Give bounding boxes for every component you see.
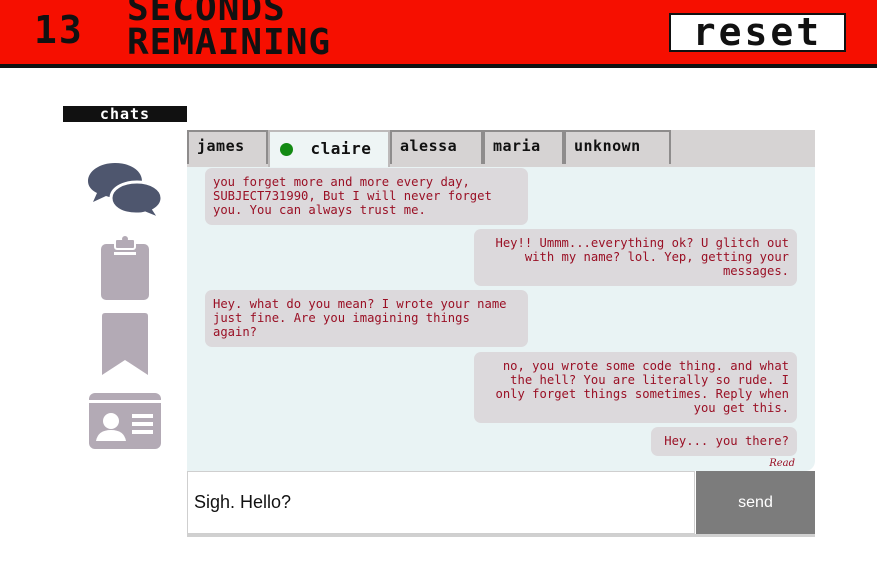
id-card-icon[interactable] — [88, 392, 162, 450]
message-composer: send — [187, 471, 815, 537]
message-input[interactable] — [187, 471, 695, 534]
reset-button[interactable]: reset — [669, 13, 846, 52]
message-sent: no, you wrote some code thing. and what … — [474, 352, 797, 423]
section-label-chats: chats — [63, 106, 187, 122]
bookmark-icon[interactable] — [100, 312, 150, 376]
tab-label: unknown — [574, 137, 641, 155]
read-receipt: Read — [769, 458, 795, 469]
online-status-icon — [280, 143, 293, 156]
tab-label: alessa — [400, 137, 458, 155]
tab-unknown[interactable]: unknown — [564, 130, 671, 164]
chat-history[interactable]: you forget more and more every day, SUBJ… — [187, 167, 815, 471]
countdown-number: 13 — [34, 8, 84, 52]
tab-james[interactable]: james — [187, 130, 268, 164]
tab-label: maria — [493, 137, 541, 155]
message-sent: Hey!! Ummm...everything ok? U glitch out… — [474, 229, 797, 286]
chat-bubbles-icon[interactable] — [87, 160, 164, 223]
clipboard-icon[interactable] — [100, 235, 150, 301]
tab-claire[interactable]: claire — [268, 130, 390, 167]
timer-banner: 13 SECONDS REMAINING reset — [0, 0, 877, 68]
message-sent: Hey... you there? — [651, 427, 797, 456]
send-button[interactable]: send — [696, 471, 815, 534]
tab-label: claire — [310, 139, 372, 158]
message-received: Hey. what do you mean? I wrote your name… — [205, 290, 528, 347]
message-received: you forget more and more every day, SUBJ… — [205, 168, 528, 225]
tab-alessa[interactable]: alessa — [390, 130, 483, 164]
contact-tabs: james claire alessa maria unknown — [187, 130, 815, 167]
countdown-label: SECONDS REMAINING — [127, 0, 332, 63]
tab-maria[interactable]: maria — [483, 130, 564, 164]
tab-label: james — [197, 137, 245, 155]
